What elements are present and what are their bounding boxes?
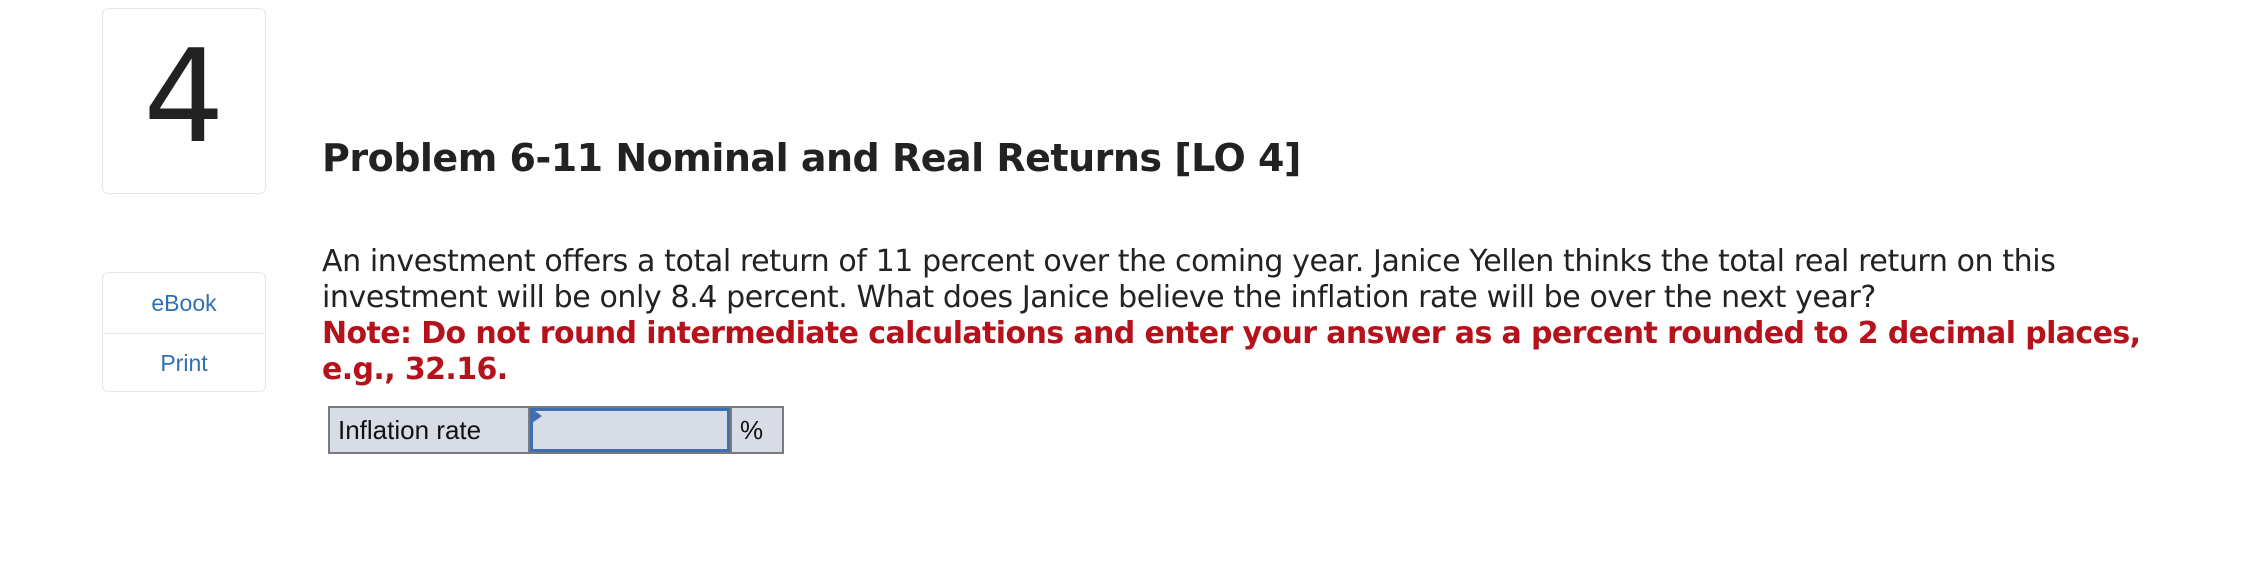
answer-row: Inflation rate % — [328, 406, 784, 454]
input-flag-icon — [532, 409, 542, 423]
question-text: An investment offers a total return of 1… — [322, 244, 2056, 315]
question-number-box: 4 — [102, 8, 266, 194]
question-body: An investment offers a total return of 1… — [322, 244, 2222, 388]
answer-table: Inflation rate % — [328, 406, 784, 454]
problem-title: Problem 6-11 Nominal and Real Returns [L… — [322, 136, 1301, 180]
print-link[interactable]: Print — [103, 333, 265, 391]
inflation-rate-input-cell — [528, 406, 732, 454]
question-number: 4 — [143, 23, 225, 172]
resource-panel: eBook Print — [102, 272, 266, 392]
inflation-rate-input[interactable] — [530, 408, 730, 452]
rounding-note: Note: Do not round intermediate calculat… — [322, 316, 2141, 387]
percent-unit: % — [730, 406, 784, 454]
inflation-rate-label: Inflation rate — [328, 406, 530, 454]
ebook-link[interactable]: eBook — [103, 273, 265, 333]
